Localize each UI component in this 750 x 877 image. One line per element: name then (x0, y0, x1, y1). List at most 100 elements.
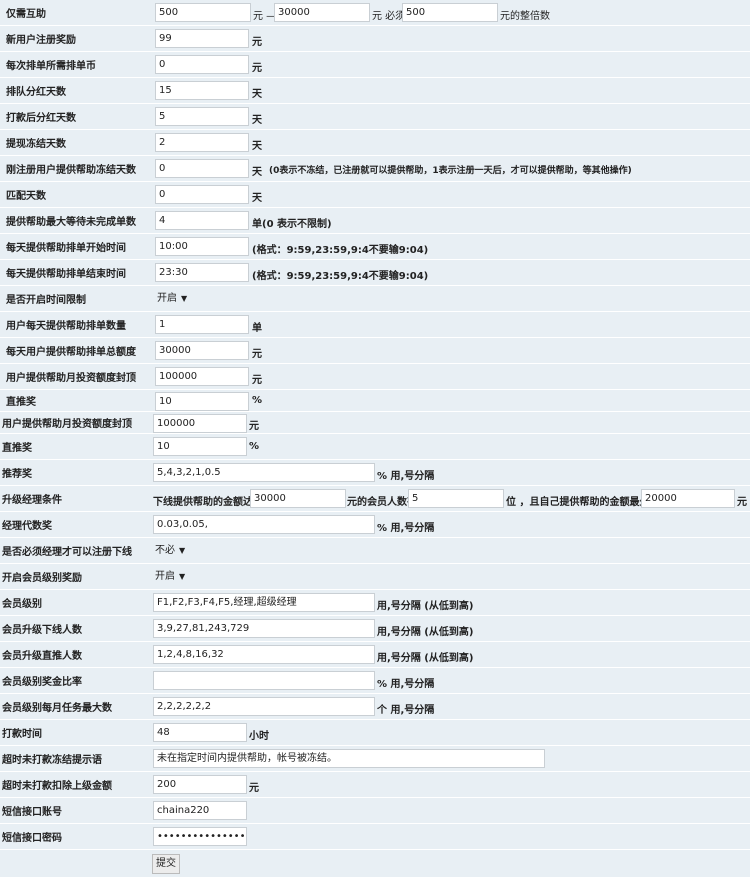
unit-text: 元 (252, 37, 262, 48)
member-count-input[interactable]: 5 (408, 489, 504, 508)
label: 会员级别 (0, 590, 148, 616)
condition-text: 元的会员人数有 (347, 497, 417, 508)
hint-text: (0表示不冻结，已注册就可以提供帮助，1表示注册一天后，才可以提供帮助，等其他操… (269, 166, 632, 176)
manager-required-select[interactable]: 不必 ▼ (155, 542, 185, 560)
value-input[interactable] (153, 671, 375, 690)
label: 推荐奖 (0, 460, 148, 486)
unit-text: 元 (249, 421, 259, 432)
row-mutual-aid: 仅需互助 500 元 — 30000 元 必须 500 元的整倍数 (0, 0, 750, 26)
unit-text: 用,号分隔 (从低到高) (377, 601, 474, 612)
row-submit: 提交 (0, 850, 750, 877)
unit-text: 元 — (253, 11, 277, 22)
submit-button[interactable]: 提交 (152, 854, 180, 874)
label: 每天用户提供帮助排单总额度 (0, 338, 148, 364)
value-input[interactable]: 10 (153, 437, 247, 456)
unit-text: 元 必须 (372, 11, 406, 22)
value-input[interactable]: 0 (155, 55, 249, 74)
row-referral-bonus: 推荐奖 5,4,3,2,1,0.5 % 用,号分隔 (0, 460, 750, 486)
value-input[interactable]: 5,4,3,2,1,0.5 (153, 463, 375, 482)
row-dividend-days: 打款后分红天数 5 天 (0, 104, 750, 130)
row-manager-condition: 升级经理条件 下线提供帮助的金额达到 30000 元的会员人数有 5 位 ，且自… (0, 486, 750, 512)
label: 短信接口密码 (0, 824, 148, 850)
sms-account-input[interactable]: chaina220 (153, 801, 247, 820)
unit-text: % (252, 395, 263, 406)
row-time-limit: 是否开启时间限制 开启 ▼ (0, 286, 750, 312)
row-monthly-cap-2: 用户提供帮助月投资额度封顶 100000 元 (0, 412, 750, 434)
chevron-down-icon: ▼ (179, 572, 186, 581)
sms-password-input[interactable]: ••••••••••••••• (153, 827, 247, 846)
self-amount-input[interactable]: 20000 (641, 489, 735, 508)
value-input[interactable]: 100000 (153, 414, 247, 433)
multiple-input[interactable]: 500 (402, 3, 498, 22)
value-input[interactable]: 1,2,4,8,16,32 (153, 645, 375, 664)
unit-text: 元 (252, 349, 262, 360)
value-input[interactable]: 15 (155, 81, 249, 100)
row-sms-password: 短信接口密码 ••••••••••••••• (0, 824, 750, 850)
row-level-max-tasks: 会员级别每月任务最大数 2,2,2,2,2,2 个 用,号分隔 (0, 694, 750, 720)
value-input[interactable]: 48 (153, 723, 247, 742)
value-input[interactable]: 10 (155, 392, 249, 411)
value-input[interactable]: 0 (155, 159, 249, 178)
value-input[interactable]: 2,2,2,2,2,2 (153, 697, 375, 716)
label: 刚注册用户提供帮助冻结天数 (0, 156, 148, 182)
value-input[interactable]: 0.03,0.05, (153, 515, 375, 534)
time-limit-select[interactable]: 开启 ▼ (157, 290, 187, 308)
row-member-levels: 会员级别 F1,F2,F3,F4,F5,经理,超级经理 用,号分隔 (从低到高) (0, 590, 750, 616)
unit-text: 元的整倍数 (500, 11, 550, 22)
value-input[interactable]: 5 (155, 107, 249, 126)
label: 提现冻结天数 (0, 130, 148, 156)
row-level-bonus-rate: 会员级别奖金比率 % 用,号分隔 (0, 668, 750, 694)
unit-text: 天 (252, 167, 262, 178)
value-input[interactable]: F1,F2,F3,F4,F5,经理,超级经理 (153, 593, 375, 612)
value-input[interactable]: 4 (155, 211, 249, 230)
hint-text: (格式：9:59,23:59,9:4不要输9:04) (252, 271, 429, 282)
downline-amount-input[interactable]: 30000 (250, 489, 346, 508)
min-amount-input[interactable]: 500 (155, 3, 251, 22)
row-new-user-reward: 新用户注册奖励 99 元 (0, 26, 750, 52)
unit-text: 元 (252, 63, 262, 74)
value-input[interactable]: 0 (155, 185, 249, 204)
value-input[interactable]: 100000 (155, 367, 249, 386)
row-freeze-message: 超时未打款冻结提示语 未在指定时间内提供帮助，帐号被冻结。 (0, 746, 750, 772)
label: 直推奖 (0, 434, 148, 460)
unit-text: 天 (252, 89, 262, 100)
row-daily-orders: 用户每天提供帮助排单数量 1 单 (0, 312, 750, 338)
unit-text: % (249, 441, 260, 452)
row-direct-bonus: 直推奖 10 % (0, 390, 750, 412)
label: 用户提供帮助月投资额度封顶 (0, 412, 148, 434)
label: 升级经理条件 (0, 486, 148, 512)
value-input[interactable]: 23:30 (155, 263, 249, 282)
row-manager-required: 是否必须经理才可以注册下线 不必 ▼ (0, 538, 750, 564)
label: 是否开启时间限制 (0, 286, 148, 312)
label: 会员升级直推人数 (0, 642, 148, 668)
label: 直推奖 (0, 390, 148, 412)
label: 每天提供帮助排单开始时间 (0, 234, 148, 260)
chevron-down-icon: ▼ (181, 294, 188, 303)
unit-text: 天 (252, 193, 262, 204)
label: 用户每天提供帮助排单数量 (0, 312, 148, 338)
hint-text: (格式：9:59,23:59,9:4不要输9:04) (252, 245, 429, 256)
label: 用户提供帮助月投资额度封顶 (0, 364, 148, 390)
value-input[interactable]: 未在指定时间内提供帮助，帐号被冻结。 (153, 749, 545, 768)
unit-text: 小时 (249, 731, 269, 742)
value-input[interactable]: 99 (155, 29, 249, 48)
level-reward-select[interactable]: 开启 ▼ (155, 568, 185, 586)
unit-text: 天 (252, 115, 262, 126)
chevron-down-icon: ▼ (179, 546, 186, 555)
label: 新用户注册奖励 (0, 26, 148, 52)
value-input[interactable]: 200 (153, 775, 247, 794)
label: 仅需互助 (0, 0, 148, 26)
value-input[interactable]: 30000 (155, 341, 249, 360)
row-sms-account: 短信接口账号 chaina220 (0, 798, 750, 824)
label: 是否必须经理才可以注册下线 (0, 538, 148, 564)
row-monthly-cap: 用户提供帮助月投资额度封顶 100000 元 (0, 364, 750, 390)
value-input[interactable]: 10:00 (155, 237, 249, 256)
row-deduct-amount: 超时未打款扣除上级金额 200 元 (0, 772, 750, 798)
value-input[interactable]: 1 (155, 315, 249, 334)
row-manager-generation: 经理代数奖 0.03,0.05, % 用,号分隔 (0, 512, 750, 538)
value-input[interactable]: 3,9,27,81,243,729 (153, 619, 375, 638)
max-amount-input[interactable]: 30000 (274, 3, 370, 22)
row-direct-bonus-2: 直推奖 10 % (0, 434, 750, 460)
condition-text: 下线提供帮助的金额达到 (153, 497, 263, 508)
value-input[interactable]: 2 (155, 133, 249, 152)
